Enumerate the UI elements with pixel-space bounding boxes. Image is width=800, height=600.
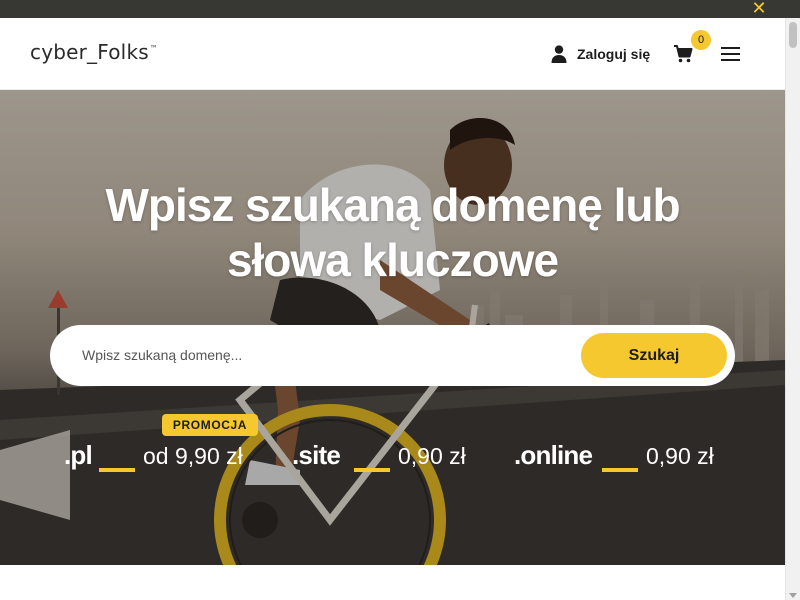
hero-section: Wpisz szukaną domenę lub słowa kluczowe … bbox=[0, 90, 785, 565]
tld-underline bbox=[99, 468, 135, 472]
tld-price-pl: od 9,90 zł bbox=[143, 443, 243, 469]
close-icon[interactable]: ✕ bbox=[750, 0, 768, 18]
scrollbar-thumb[interactable] bbox=[789, 22, 797, 48]
tld-name-pl: .pl bbox=[64, 440, 93, 470]
domain-search-form: Szukaj bbox=[50, 325, 735, 386]
domain-search-input[interactable] bbox=[82, 342, 562, 368]
login-label: Zaloguj się bbox=[577, 46, 651, 62]
top-announcement-bar: ✕ bbox=[0, 0, 800, 18]
login-link[interactable]: Zaloguj się bbox=[551, 44, 650, 64]
tld-price-list: .pl od 9,90 zł .site 0,90 zł .online 0,9… bbox=[0, 440, 785, 474]
tld-name-site: .site bbox=[292, 440, 341, 470]
cart-count-badge: 0 bbox=[691, 30, 711, 50]
search-button[interactable]: Szukaj bbox=[581, 333, 727, 378]
content-section bbox=[0, 565, 785, 600]
logo[interactable]: cyber_Folks™ bbox=[30, 40, 158, 64]
tld-name-online: .online bbox=[514, 440, 593, 470]
scroll-down-arrow-icon[interactable] bbox=[789, 593, 797, 598]
tld-price-site: 0,90 zł bbox=[398, 443, 466, 469]
page-scrollbar[interactable] bbox=[785, 18, 800, 600]
hero-title-line1: Wpisz szukaną domenę lub bbox=[105, 179, 680, 231]
tld-underline bbox=[602, 468, 638, 472]
cart-icon[interactable] bbox=[673, 44, 693, 64]
hamburger-menu-icon[interactable] bbox=[721, 47, 741, 61]
logo-trademark: ™ bbox=[149, 44, 159, 54]
hero-title: Wpisz szukaną domenę lub słowa kluczowe bbox=[60, 178, 725, 288]
hero-title-line2: słowa kluczowe bbox=[226, 234, 559, 286]
promo-badge: PROMOCJA bbox=[162, 414, 258, 436]
site-header: cyber_Folks™ Zaloguj się 0 bbox=[0, 18, 785, 90]
tld-price-online: 0,90 zł bbox=[646, 443, 714, 469]
tld-underline bbox=[354, 468, 390, 472]
user-icon bbox=[551, 45, 567, 63]
logo-text: cyber_Folks bbox=[30, 40, 149, 64]
